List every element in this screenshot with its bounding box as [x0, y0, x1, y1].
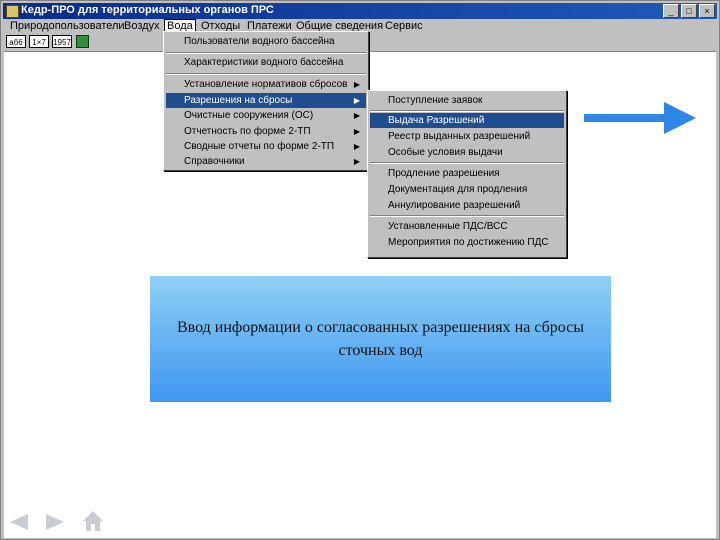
toolbar-calc-button[interactable]: 1×7 [29, 35, 49, 48]
menu-item-issue-permits[interactable]: Выдача Разрешений [370, 113, 564, 128]
close-button[interactable]: × [699, 4, 715, 18]
callout-text: Ввод информации о согласованных разрешен… [177, 319, 584, 359]
forward-arrow-icon[interactable] [44, 512, 66, 532]
title-bar[interactable]: Кедр-ПРО для территориальных органов ПРС… [3, 3, 717, 19]
menu-separator [166, 52, 366, 54]
menu-separator [370, 110, 564, 112]
home-icon[interactable] [82, 510, 104, 532]
toolbar-abc-button[interactable]: аб6 [6, 35, 26, 48]
submenu-arrow-icon: ▶ [353, 127, 360, 136]
menu-item-pds-measures[interactable]: Мероприятия по достижению ПДС [370, 235, 564, 250]
menu-item-water-users[interactable]: Пользователи водного бассейна [166, 34, 366, 49]
menu-item-label: Разрешения на сбросы [184, 95, 293, 106]
menu-separator [370, 162, 564, 164]
menu-item-established-pds[interactable]: Установленные ПДС/ВСС [370, 219, 564, 234]
menu-item-permits-registry[interactable]: Реестр выданных разрешений [370, 129, 564, 144]
submenu-arrow-icon: ▶ [353, 157, 360, 166]
menu-item-label: Установление нормативов сбросов [184, 79, 348, 90]
menu-air[interactable]: Воздух [124, 19, 160, 34]
menu-item-summary-2tp[interactable]: Сводные отчеты по форме 2-ТП ▶ [166, 139, 366, 154]
info-callout: Ввод информации о согласованных разрешен… [150, 276, 611, 402]
menu-item-extension-docs[interactable]: Документация для продления [370, 182, 564, 197]
permits-submenu: Поступление заявок Выдача Разрешений Рее… [367, 90, 567, 258]
menu-item-discharge-permits[interactable]: Разрешения на сбросы ▶ [166, 93, 366, 108]
menu-item-label: Справочники [184, 156, 245, 167]
menu-separator [370, 215, 564, 217]
menu-item-label: Очистные сооружения (ОС) [184, 110, 314, 121]
menu-item-label: Сводные отчеты по форме 2-ТП [184, 141, 335, 152]
menu-item-applications[interactable]: Поступление заявок [370, 93, 564, 108]
menu-item-permit-extension[interactable]: Продление разрешения [370, 166, 564, 181]
window-title: Кедр-ПРО для территориальных органов ПРС [21, 4, 274, 16]
menu-item-treatment-facilities[interactable]: Очистные сооружения (ОС) ▶ [166, 108, 366, 123]
water-dropdown-menu: Пользователи водного бассейна Характерис… [163, 31, 369, 171]
maximize-button[interactable]: □ [681, 4, 697, 18]
menu-service[interactable]: Сервис [385, 19, 423, 34]
submenu-arrow-icon: ▶ [353, 80, 360, 89]
back-arrow-icon[interactable] [8, 512, 30, 532]
toolbar-calendar-button[interactable]: 1957 [52, 35, 72, 48]
app-window: Кедр-ПРО для территориальных органов ПРС… [0, 0, 720, 540]
pointer-arrow-icon [584, 102, 696, 134]
menu-item-discharge-norms[interactable]: Установление нормативов сбросов ▶ [166, 77, 366, 92]
menu-item-special-conditions[interactable]: Особые условия выдачи [370, 145, 564, 160]
menu-item-directories[interactable]: Справочники ▶ [166, 154, 366, 169]
menu-separator [166, 73, 366, 75]
minimize-button[interactable]: _ [663, 4, 679, 18]
app-icon [6, 5, 19, 18]
menu-users[interactable]: Природопользователи [10, 19, 125, 34]
menu-item-water-characteristics[interactable]: Характеристики водного бассейна [166, 55, 366, 70]
toolbar-green-button[interactable] [76, 35, 89, 48]
submenu-arrow-icon: ▶ [353, 111, 360, 120]
submenu-arrow-icon: ▶ [353, 96, 360, 105]
menu-item-permit-cancellation[interactable]: Аннулирование разрешений [370, 198, 564, 213]
menu-item-label: Отчетность по форме 2-ТП [184, 126, 311, 137]
submenu-arrow-icon: ▶ [353, 142, 360, 151]
menu-item-report-2tp[interactable]: Отчетность по форме 2-ТП ▶ [166, 124, 366, 139]
window-controls: _ □ × [663, 4, 715, 18]
